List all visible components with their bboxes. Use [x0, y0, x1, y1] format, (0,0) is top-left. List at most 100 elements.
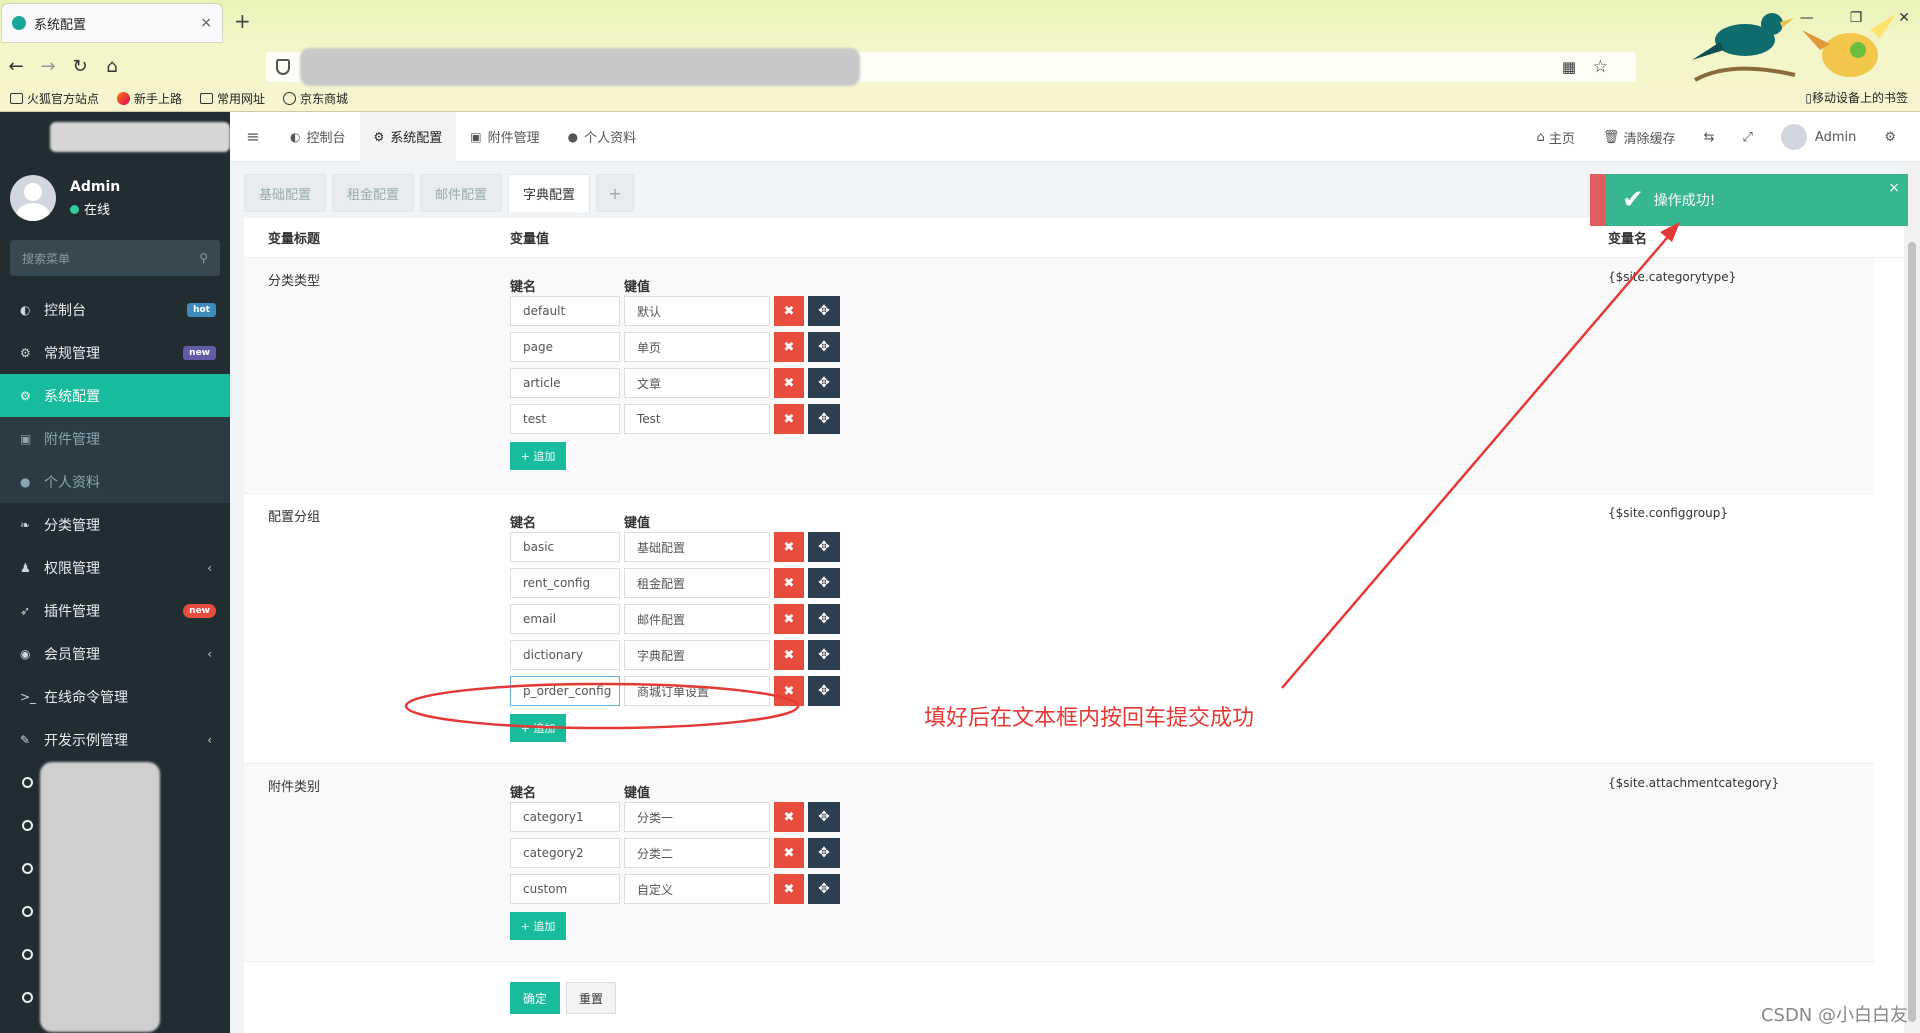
sidebar-item-category[interactable]: ❧ 分类管理 — [0, 503, 230, 546]
qr-code-icon[interactable]: ▦ — [1562, 58, 1576, 76]
key-input[interactable]: dictionary — [510, 640, 620, 670]
fullscreen-icon[interactable]: ⤢ — [1729, 130, 1767, 145]
sidebar-item-dev-examples[interactable]: ✎ 开发示例管理 ‹ — [0, 718, 230, 761]
tab-system-config[interactable]: ⚙ 系统配置 — [359, 111, 457, 162]
value-input[interactable]: 字典配置 — [624, 640, 770, 670]
value-input[interactable]: 邮件配置 — [624, 604, 770, 634]
add-tab-button[interactable]: + — [596, 174, 635, 212]
value-input[interactable]: 分类二 — [624, 838, 770, 868]
key-input[interactable]: default — [510, 296, 620, 326]
minimize-icon[interactable]: — — [1800, 10, 1814, 26]
delete-row-button[interactable]: ✖ — [774, 874, 804, 904]
settings-icon[interactable]: ⚙ — [1870, 130, 1910, 145]
key-input[interactable]: p_order_config — [510, 676, 620, 706]
language-icon[interactable]: ⇆ — [1690, 130, 1729, 145]
key-input[interactable]: category1 — [510, 802, 620, 832]
user-menu[interactable]: Admin — [1767, 124, 1870, 150]
scrollbar-thumb[interactable] — [1908, 242, 1916, 1022]
delete-row-button[interactable]: ✖ — [774, 296, 804, 326]
drag-handle-icon[interactable]: ✥ — [808, 296, 840, 326]
submit-button[interactable]: 确定 — [510, 982, 560, 1014]
delete-row-button[interactable]: ✖ — [774, 532, 804, 562]
bookmark-item[interactable]: 常用网址 — [200, 90, 265, 107]
tab-dashboard[interactable]: ◐ 控制台 — [276, 112, 360, 162]
bookmark-star-icon[interactable]: ☆ — [1593, 57, 1608, 77]
browser-tab[interactable]: 系统配置 × — [2, 4, 222, 42]
back-icon[interactable]: ← — [0, 56, 32, 77]
toast-close-icon[interactable]: × — [1888, 180, 1900, 196]
drag-handle-icon[interactable]: ✥ — [808, 368, 840, 398]
drag-handle-icon[interactable]: ✥ — [808, 532, 840, 562]
menu-toggle-icon[interactable]: ≡ — [230, 127, 276, 146]
delete-row-button[interactable]: ✖ — [774, 676, 804, 706]
tab-dictionary-config[interactable]: 字典配置 — [508, 174, 591, 212]
drag-handle-icon[interactable]: ✥ — [808, 404, 840, 434]
sidebar-item-online-command[interactable]: >_ 在线命令管理 — [0, 675, 230, 718]
delete-row-button[interactable]: ✖ — [774, 368, 804, 398]
drag-handle-icon[interactable]: ✥ — [808, 676, 840, 706]
value-input[interactable]: 基础配置 — [624, 532, 770, 562]
forward-icon[interactable]: → — [32, 56, 64, 77]
key-input[interactable]: category2 — [510, 838, 620, 868]
tab-close-icon[interactable]: × — [200, 15, 212, 31]
drag-handle-icon[interactable]: ✥ — [808, 838, 840, 868]
sidebar-item-members[interactable]: ◉ 会员管理 ‹ — [0, 632, 230, 675]
bookmark-item[interactable]: 新手上路 — [117, 90, 182, 107]
drag-handle-icon[interactable]: ✥ — [808, 604, 840, 634]
tab-basic-config[interactable]: 基础配置 — [244, 174, 327, 212]
tab-profile[interactable]: ● 个人资料 — [554, 112, 651, 162]
reset-button[interactable]: 重置 — [566, 982, 616, 1014]
value-input[interactable]: Test — [624, 404, 770, 434]
value-input[interactable]: 默认 — [624, 296, 770, 326]
bookmark-item[interactable]: 京东商城 — [283, 90, 348, 107]
tab-email-config[interactable]: 邮件配置 — [420, 174, 503, 212]
value-input[interactable]: 分类一 — [624, 802, 770, 832]
value-input[interactable]: 自定义 — [624, 874, 770, 904]
tab-rent-config[interactable]: 租金配置 — [332, 174, 415, 212]
sidebar-item-general[interactable]: ⚙ 常规管理 new — [0, 331, 230, 374]
delete-row-button[interactable]: ✖ — [774, 568, 804, 598]
logo-area[interactable] — [0, 112, 230, 162]
mobile-bookmarks[interactable]: ▯移动设备上的书签 — [1805, 89, 1908, 106]
delete-row-button[interactable]: ✖ — [774, 332, 804, 362]
append-button[interactable]: + 追加 — [510, 912, 566, 940]
delete-row-button[interactable]: ✖ — [774, 404, 804, 434]
key-input[interactable]: page — [510, 332, 620, 362]
search-icon[interactable]: ⚲ — [199, 251, 208, 265]
sidebar-item-system-config[interactable]: ⚙ 系统配置 — [0, 374, 230, 417]
value-input[interactable]: 商城订单设置 — [624, 676, 770, 706]
key-input[interactable]: article — [510, 368, 620, 398]
sidebar-item-plugins[interactable]: ➶ 插件管理 new — [0, 589, 230, 632]
clear-cache-button[interactable]: 🗑 清除缓存 — [1589, 128, 1690, 147]
drag-handle-icon[interactable]: ✥ — [808, 640, 840, 670]
delete-row-button[interactable]: ✖ — [774, 838, 804, 868]
sidebar-item-permission[interactable]: ♟ 权限管理 ‹ — [0, 546, 230, 589]
value-input[interactable]: 租金配置 — [624, 568, 770, 598]
key-input[interactable]: email — [510, 604, 620, 634]
new-tab-button[interactable]: + — [234, 9, 251, 33]
page-scrollbar[interactable] — [1904, 162, 1920, 1033]
key-input[interactable]: custom — [510, 874, 620, 904]
delete-row-button[interactable]: ✖ — [774, 802, 804, 832]
sidebar-item-profile[interactable]: ● 个人资料 — [0, 460, 230, 503]
tab-attachments[interactable]: ▣ 附件管理 — [456, 112, 553, 162]
drag-handle-icon[interactable]: ✥ — [808, 332, 840, 362]
append-button[interactable]: + 追加 — [510, 442, 566, 470]
value-input[interactable]: 单页 — [624, 332, 770, 362]
key-input[interactable]: rent_config — [510, 568, 620, 598]
maximize-icon[interactable]: ❐ — [1850, 10, 1863, 26]
sidebar-item-attachments[interactable]: ▣ 附件管理 — [0, 417, 230, 460]
drag-handle-icon[interactable]: ✥ — [808, 802, 840, 832]
drag-handle-icon[interactable]: ✥ — [808, 874, 840, 904]
delete-row-button[interactable]: ✖ — [774, 640, 804, 670]
home-icon[interactable]: ⌂ — [96, 56, 128, 77]
reload-icon[interactable]: ↻ — [64, 56, 96, 77]
home-link[interactable]: ⌂ 主页 — [1523, 128, 1589, 147]
drag-handle-icon[interactable]: ✥ — [808, 568, 840, 598]
key-input[interactable]: test — [510, 404, 620, 434]
close-window-icon[interactable]: ✕ — [1898, 10, 1910, 26]
delete-row-button[interactable]: ✖ — [774, 604, 804, 634]
menu-search-input[interactable]: 搜索菜单 ⚲ — [10, 240, 220, 276]
url-bar[interactable]: ▦ ☆ — [266, 48, 1636, 86]
key-input[interactable]: basic — [510, 532, 620, 562]
